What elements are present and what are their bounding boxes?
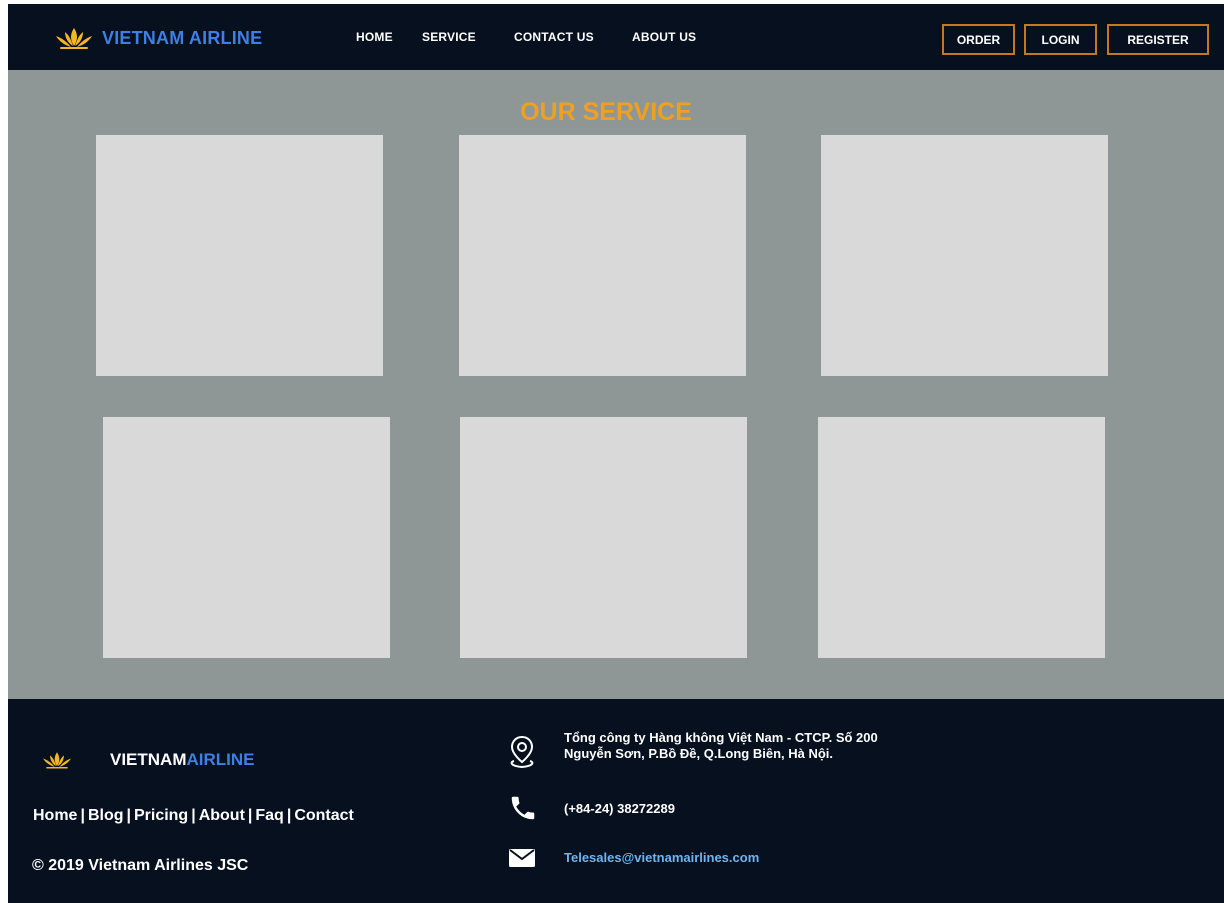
lotus-logo-icon: [43, 752, 71, 769]
lotus-logo-icon: [56, 28, 92, 49]
section-title: OUR SERVICE: [520, 98, 692, 126]
link-separator: |: [126, 807, 131, 824]
link-separator: |: [247, 807, 253, 824]
envelope-icon: [509, 849, 535, 867]
header: VIETNAM AIRLINE HOME SERVICE CONTACT US …: [8, 4, 1224, 70]
link-separator: |: [286, 807, 292, 824]
login-button[interactable]: LOGIN: [1024, 24, 1097, 55]
footer-brand-name: VIETNAMAIRLINE: [110, 750, 255, 770]
footer-link-home[interactable]: Home: [33, 807, 77, 824]
footer-brand: VIETNAMAIRLINE: [40, 749, 255, 771]
register-button[interactable]: REGISTER: [1107, 24, 1209, 55]
address-text: Tổng công ty Hàng không Việt Nam - CTCP.…: [564, 730, 878, 761]
footer-brand-part1: VIETNAM: [110, 750, 187, 769]
order-button[interactable]: ORDER: [942, 24, 1015, 55]
page: VIETNAM AIRLINE HOME SERVICE CONTACT US …: [8, 4, 1224, 903]
nav-service[interactable]: SERVICE: [422, 30, 476, 44]
brand-name: VIETNAM AIRLINE: [102, 27, 263, 48]
footer-brand-part2: AIRLINE: [186, 750, 255, 769]
brand-logo-link[interactable]: VIETNAM AIRLINE: [52, 24, 262, 52]
link-separator: |: [80, 807, 85, 824]
nav-about-us[interactable]: ABOUT US: [632, 30, 696, 44]
footer: VIETNAMAIRLINE Home | Blog | Pricing | About | F…: [8, 699, 1224, 903]
nav-contact-us[interactable]: CONTACT US: [514, 30, 594, 44]
email-link[interactable]: Telesales@vietnamairlines.com: [564, 850, 759, 866]
service-card[interactable]: [821, 135, 1108, 376]
service-card[interactable]: [96, 135, 383, 376]
link-separator: |: [191, 807, 196, 824]
footer-link-contact[interactable]: Contact: [294, 807, 354, 824]
footer-link-blog[interactable]: Blog: [88, 807, 124, 824]
nav-home[interactable]: HOME: [356, 30, 393, 44]
service-card[interactable]: [459, 135, 746, 376]
copyright: © 2019 Vietnam Airlines JSC: [32, 857, 249, 874]
service-card[interactable]: [818, 417, 1105, 658]
footer-link-about[interactable]: About: [199, 807, 245, 824]
location-pin-icon: [510, 735, 534, 769]
service-card[interactable]: [460, 417, 747, 658]
phone-icon: [511, 796, 535, 820]
footer-link-pricing[interactable]: Pricing: [134, 807, 188, 824]
service-card[interactable]: [103, 417, 390, 658]
phone-text: (+84-24) 38272289: [564, 801, 675, 816]
footer-links: Home | Blog | Pricing | About | Faq | Contact: [33, 807, 354, 825]
footer-link-faq[interactable]: Faq: [255, 807, 283, 824]
